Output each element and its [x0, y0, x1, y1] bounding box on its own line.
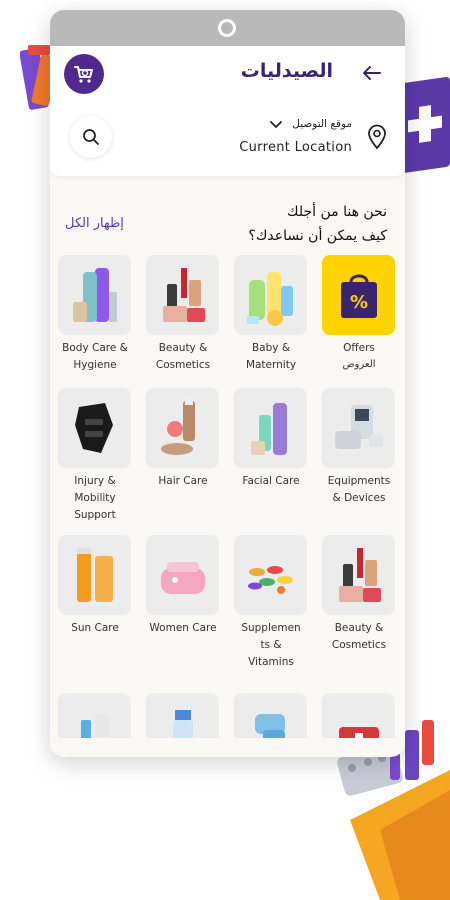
category-image [58, 535, 131, 615]
category-baby-maternity[interactable]: Baby & Maternity [234, 255, 308, 374]
category-sun-care[interactable]: Sun Care [58, 535, 132, 637]
category-image [234, 388, 307, 468]
page-title: الصيدليات [240, 60, 333, 82]
category-image [322, 388, 395, 468]
status-bar [50, 10, 405, 46]
search-button[interactable] [70, 116, 112, 158]
cart-icon [74, 66, 93, 83]
location-pin-icon [368, 124, 386, 150]
location-value: Current Location [239, 140, 352, 155]
facial-care-icon [250, 403, 287, 455]
body-care-icon [72, 268, 117, 322]
category-beauty-cosmetics-2[interactable]: Beauty & Cosmetics [322, 535, 396, 654]
category-equipments-devices[interactable]: Equipments & Devices [322, 388, 396, 507]
category-label: Beauty & Cosmetics [155, 342, 211, 371]
app-header: الصيدليات موقع التوصيل Current Location [50, 46, 405, 176]
women-care-icon [160, 562, 205, 594]
category-hair-care[interactable]: Hair Care [146, 388, 220, 490]
search-icon [83, 129, 99, 145]
chevron-down-icon[interactable] [269, 118, 283, 132]
category-image [234, 693, 307, 738]
cosmetics-icon [162, 268, 205, 322]
category-label: Equipments & Devices [327, 475, 391, 504]
category-beauty-cosmetics[interactable]: Beauty & Cosmetics [146, 255, 220, 374]
category-label: Injury & Mobility Support [74, 475, 116, 521]
category-injury-mobility[interactable]: Injury & Mobility Support [58, 388, 132, 524]
decorative-medical-cross-icon [400, 76, 450, 174]
category-label: Beauty & Cosmetics [331, 622, 387, 651]
help-line-2: كيف يمكن أن نساعدك؟ [248, 228, 387, 244]
support-brace-icon [74, 403, 113, 453]
hair-care-icon [160, 399, 195, 455]
category-sublabel: العروض [342, 359, 376, 370]
category-image: % [322, 255, 395, 335]
show-all-link[interactable]: إظهار الكل [65, 216, 124, 231]
category-facial-care[interactable]: Facial Care [234, 388, 308, 490]
category-image [58, 388, 131, 468]
category-image [322, 535, 395, 615]
cart-button[interactable] [64, 54, 104, 94]
category-label: Facial Care [242, 475, 300, 487]
category-gloves[interactable] [234, 693, 308, 738]
category-image [58, 255, 131, 335]
sunscreen-icon [76, 548, 113, 602]
blood-pressure-device-icon [334, 405, 383, 449]
vitamins-pills-icon [247, 566, 293, 594]
spray-bottle-icon [172, 710, 193, 738]
category-first-aid[interactable] [322, 693, 396, 738]
category-image [146, 535, 219, 615]
help-line-1: نحن هنا من أجلك [287, 204, 387, 220]
category-image [146, 693, 219, 738]
help-message: نحن هنا من أجلك كيف يمكن أن نساعدك؟ [137, 200, 387, 248]
category-image [146, 388, 219, 468]
cosmetics-icon [338, 548, 381, 602]
category-image [234, 535, 307, 615]
delivery-location-selector[interactable]: موقع التوصيل Current Location [60, 110, 395, 166]
category-label: Sun Care [71, 622, 119, 634]
category-dental[interactable] [58, 693, 132, 738]
category-label: Hair Care [158, 475, 208, 487]
category-women-care[interactable]: Women Care [146, 535, 220, 637]
arrow-right-icon [363, 66, 381, 80]
category-image [146, 255, 219, 335]
category-label: Supplemen ts & Vitamins [241, 622, 301, 668]
category-image [322, 693, 395, 738]
category-offers[interactable]: % Offers العروض [322, 255, 396, 372]
category-body-care-hygiene[interactable]: Body Care & Hygiene [58, 255, 132, 374]
offers-bag-icon: % [340, 274, 377, 318]
category-label: Offers [343, 342, 375, 354]
category-supplements-vitamins[interactable]: Supplemen ts & Vitamins [234, 535, 308, 671]
camera-icon [218, 19, 236, 37]
gloves-icon [254, 714, 285, 738]
category-image [58, 693, 131, 738]
category-label: Women Care [149, 622, 217, 634]
category-label: Body Care & Hygiene [62, 342, 128, 371]
dental-care-icon [80, 714, 109, 738]
svg-text:%: % [349, 292, 367, 313]
back-button[interactable] [359, 60, 385, 86]
baby-products-icon [246, 272, 293, 326]
first-aid-kit-icon [338, 727, 379, 738]
location-label: موقع التوصيل [292, 118, 352, 130]
category-image [234, 255, 307, 335]
category-label: Baby & Maternity [245, 342, 297, 371]
category-spray[interactable] [146, 693, 220, 738]
